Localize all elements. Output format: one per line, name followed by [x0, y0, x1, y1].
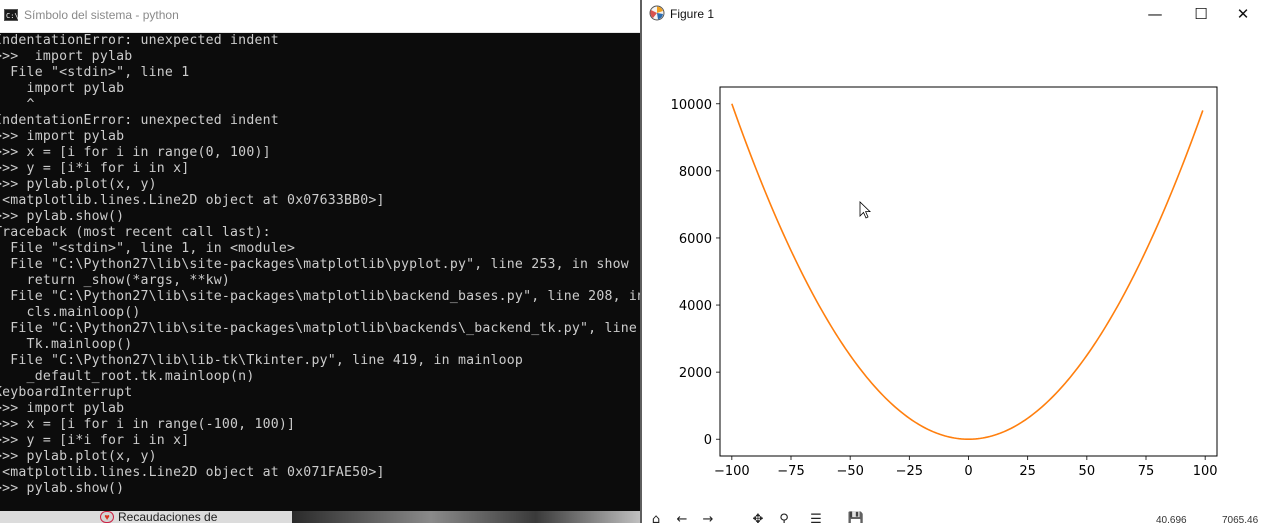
maximize-icon: ☐	[1194, 5, 1208, 23]
console-line: File "C:\Python27\lib\site-packages\matp…	[10, 289, 640, 304]
background-taskbar: ♥ Recaudaciones de	[0, 511, 640, 523]
console-line: File "C:\Python27\lib\site-packages\matp…	[0, 257, 629, 272]
console-line: >>> pylab.plot(x, y)	[0, 449, 157, 464]
back-arrow-icon[interactable]: ←	[672, 512, 692, 523]
coord-readout-y: 7065.46	[1222, 515, 1259, 523]
x-tick-label: 50	[1079, 464, 1096, 479]
figure-title: Figure 1	[670, 7, 715, 21]
console-window[interactable]: C:\ Símbolo del sistema - python Indenta…	[0, 0, 640, 523]
console-line: File "<stdin>", line 1	[0, 65, 190, 80]
figure-titlebar[interactable]: Figure 1 — ☐ ✕	[642, 0, 1262, 30]
taskbar-item-label: Recaudaciones de	[118, 511, 218, 523]
x-tick-label: 25	[1019, 464, 1036, 479]
x-tick-label: −100	[714, 464, 750, 479]
y-tick-label: 8000	[679, 165, 712, 180]
console-line: Traceback (most recent call last):	[0, 225, 271, 240]
console-line: >>> import pylab	[0, 129, 125, 144]
coord-readout-x: 40.696	[1156, 515, 1187, 523]
console-line: IndentationError: unexpected indent	[0, 113, 279, 128]
console-title: Símbolo del sistema - python	[24, 8, 179, 22]
plot-canvas[interactable]: −100 −75 −50 −25 0 25 50 75 100 0 2000 4000 6000 800…	[642, 30, 1262, 510]
console-line: >>> pylab.show()	[0, 209, 125, 224]
y-tick-label: 4000	[679, 299, 712, 314]
close-icon: ✕	[1236, 5, 1250, 23]
console-line: File "<stdin>", line 1, in <module>	[0, 241, 296, 256]
y-tick-label: 6000	[679, 232, 712, 247]
console-line: >>> x = [i for i in range(-100, 100)]	[0, 417, 296, 432]
console-titlebar[interactable]: C:\ Símbolo del sistema - python	[0, 0, 640, 33]
maximize-button[interactable]: ☐	[1178, 0, 1224, 28]
console-line: KeyboardInterrupt	[0, 385, 133, 400]
console-line: >>> pylab.plot(x, y)	[0, 177, 157, 192]
forward-arrow-icon[interactable]: →	[698, 512, 718, 523]
x-tick-label: 75	[1138, 464, 1155, 479]
console-output[interactable]: IndentationError: unexpected indent >>> i…	[0, 33, 640, 511]
taskbar-item[interactable]: ♥ Recaudaciones de	[100, 511, 217, 523]
console-line: >>> import pylab	[0, 49, 133, 64]
x-tick-label: 0	[964, 464, 972, 479]
console-line: File "C:\Python27\lib\site-packages\matp…	[0, 321, 640, 336]
command-prompt-icon: C:\	[4, 9, 19, 21]
y-tick-label: 10000	[671, 98, 712, 113]
y-axis: 0 2000 4000 6000 8000 10000	[671, 98, 720, 448]
home-icon[interactable]: ⌂	[646, 512, 666, 523]
console-line: >>> y = [i*i for i in x]	[0, 433, 190, 448]
console-line: import pylab	[0, 81, 125, 96]
console-line: >>> import pylab	[0, 401, 125, 416]
console-line: [<matplotlib.lines.Line2D object at 0x07…	[0, 193, 385, 208]
x-tick-label: −75	[777, 464, 804, 479]
console-line: ^	[26, 97, 35, 112]
heart-icon: ♥	[100, 511, 114, 523]
console-line: File "C:\Python27\lib\lib-tk\Tkinter.py"…	[0, 353, 524, 368]
console-line: Tk.mainloop()	[0, 337, 133, 352]
console-line: return _show(*args, **kw)	[0, 273, 231, 288]
minimize-button[interactable]: —	[1132, 0, 1178, 28]
subplots-icon[interactable]: ☰	[806, 512, 826, 523]
console-line: [<matplotlib.lines.Line2D object at 0x07…	[0, 465, 385, 480]
x-axis: −100 −75 −50 −25 0 25 50 75 100	[714, 456, 1218, 479]
save-icon[interactable]: 💾	[846, 512, 866, 523]
x-tick-label: −25	[896, 464, 923, 479]
console-line: >>> pylab.show()	[0, 481, 125, 496]
console-line: IndentationError: unexpected indent	[0, 33, 279, 48]
figure-window[interactable]: Figure 1 — ☐ ✕ −100 −75 −50 −25 0 25 50 75 100 0…	[642, 0, 1262, 523]
figure-toolbar: ⌂ ← → ✥ ⚲ ☰ 💾 40.696 7065.46	[642, 510, 1262, 523]
console-line: >>> y = [i*i for i in x]	[0, 161, 190, 176]
y-tick-label: 0	[704, 433, 712, 448]
x-tick-label: 100	[1193, 464, 1218, 479]
plot-area	[719, 86, 1218, 457]
background-photo	[292, 511, 640, 523]
pan-icon[interactable]: ✥	[748, 512, 768, 523]
matplotlib-icon	[649, 5, 665, 21]
zoom-icon[interactable]: ⚲	[774, 512, 794, 523]
console-line: _default_root.tk.mainloop(n)	[0, 369, 255, 384]
y-tick-label: 2000	[679, 366, 712, 381]
x-tick-label: −50	[836, 464, 863, 479]
console-line: >>> x = [i for i in range(0, 100)]	[0, 145, 271, 160]
close-button[interactable]: ✕	[1224, 0, 1262, 28]
minimize-icon: —	[1147, 5, 1163, 23]
console-line: cls.mainloop()	[0, 305, 141, 320]
